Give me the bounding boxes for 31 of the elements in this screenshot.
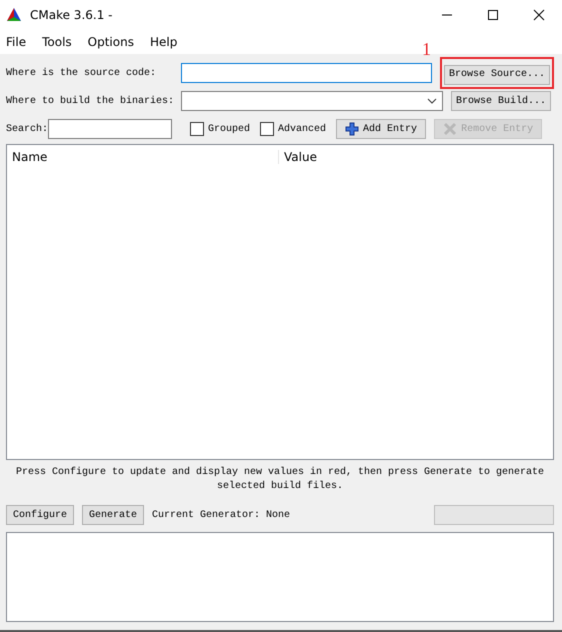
plus-icon bbox=[345, 122, 360, 136]
help-message: Press Configure to update and display new values in red, then press Generate to generate selected build files. bbox=[14, 466, 546, 494]
checkbox[interactable] bbox=[190, 122, 204, 136]
action-button[interactable]: Generate bbox=[82, 505, 144, 525]
checkbox-label: Grouped bbox=[208, 124, 250, 134]
annotation-number: 1 bbox=[422, 39, 431, 60]
browse-build-button[interactable]: Browse Build... bbox=[451, 91, 552, 111]
menu-item[interactable]: Options bbox=[86, 35, 142, 49]
checkbox-label: Advanced bbox=[278, 124, 326, 134]
column-header[interactable]: Value bbox=[279, 150, 553, 164]
maximize-icon[interactable] bbox=[487, 9, 499, 21]
search-field[interactable] bbox=[48, 119, 172, 139]
column-header[interactable]: Name bbox=[7, 150, 279, 164]
search-label: Search: bbox=[6, 124, 48, 134]
window-title: CMake 3.6.1 - bbox=[30, 8, 112, 22]
close-icon[interactable] bbox=[533, 9, 545, 21]
generator-label: Current Generator: None bbox=[152, 510, 290, 520]
add-entry-button[interactable]: Add Entry bbox=[336, 119, 426, 139]
app-logo-icon bbox=[6, 7, 22, 23]
source-field[interactable] bbox=[181, 63, 432, 83]
action-button[interactable]: Configure bbox=[6, 505, 74, 525]
menu-item[interactable]: Tools bbox=[40, 35, 80, 49]
menu-item[interactable]: File bbox=[4, 35, 34, 49]
build-dropdown[interactable] bbox=[181, 91, 443, 111]
x-icon bbox=[443, 122, 458, 136]
browse-source-button[interactable]: Browse Source... bbox=[444, 64, 550, 85]
checkbox[interactable] bbox=[260, 122, 274, 136]
menu-item[interactable]: Help bbox=[148, 35, 186, 49]
chevron-down-icon bbox=[427, 98, 437, 104]
build-label: Where to build the binaries: bbox=[6, 96, 176, 106]
source-label: Where is the source code: bbox=[6, 68, 158, 78]
